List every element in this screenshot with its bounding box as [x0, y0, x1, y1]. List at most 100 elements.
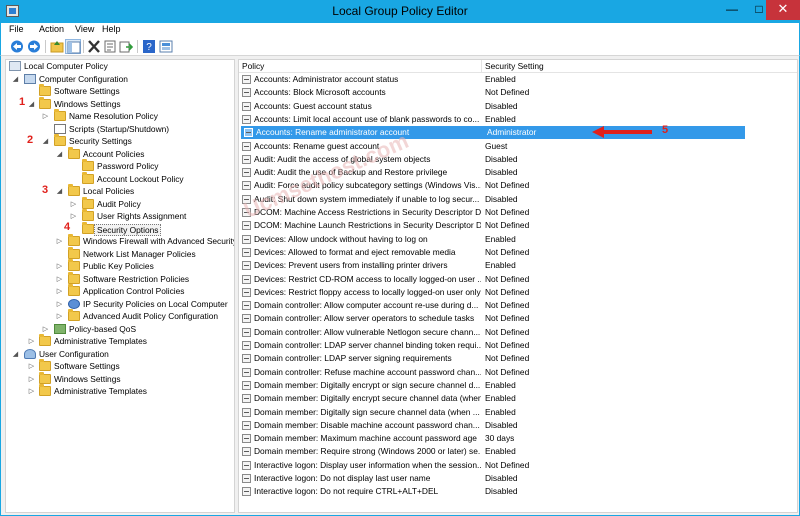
minimize-button[interactable]: — — [719, 0, 745, 20]
step-marker-1: 1 — [19, 96, 26, 108]
folder-icon — [82, 221, 94, 234]
table-row[interactable]: Domain member: Require strong (Windows 2… — [239, 445, 797, 458]
ip-security-icon — [68, 298, 80, 309]
folder-icon — [39, 371, 51, 384]
collapse-arrow-icon[interactable]: ◢ — [56, 150, 63, 158]
collapse-arrow-icon[interactable]: ◢ — [12, 350, 19, 358]
security-setting-value: Disabled — [485, 419, 518, 430]
table-row[interactable]: Devices: Restrict floppy access to local… — [239, 286, 797, 299]
properties-icon[interactable] — [102, 39, 118, 54]
table-row[interactable]: Audit: Shut down system immediately if u… — [239, 193, 797, 206]
policy-name: Domain controller: Allow vulnerable Netl… — [254, 326, 481, 337]
menu-help[interactable]: Help — [102, 24, 121, 34]
table-row[interactable]: DCOM: Machine Access Restrictions in Sec… — [239, 206, 797, 219]
collapse-arrow-icon[interactable]: ◢ — [12, 75, 19, 83]
policy-list[interactable]: Policy Security Setting Accounts: Admini… — [238, 59, 798, 513]
export-icon[interactable] — [118, 39, 134, 54]
expand-arrow-icon[interactable]: ▷ — [42, 112, 49, 120]
show-hide-tree-icon[interactable] — [65, 39, 81, 54]
table-row[interactable]: Devices: Allowed to format and eject rem… — [239, 246, 797, 259]
table-row[interactable]: Domain member: Maximum machine account p… — [239, 432, 797, 445]
policy-setting-icon — [244, 128, 253, 138]
table-row[interactable]: Domain controller: Allow computer accoun… — [239, 299, 797, 312]
back-icon[interactable] — [9, 39, 25, 54]
expand-arrow-icon[interactable]: ▷ — [56, 275, 63, 283]
table-row[interactable]: Accounts: Limit local account use of bla… — [239, 113, 797, 126]
table-row[interactable]: Devices: Restrict CD-ROM access to local… — [239, 273, 797, 286]
table-row[interactable]: Audit: Force audit policy subcategory se… — [239, 179, 797, 192]
menu-file[interactable]: File — [9, 24, 24, 34]
security-setting-value: Not Defined — [485, 326, 530, 337]
policy-setting-icon — [242, 247, 251, 257]
forward-icon[interactable] — [26, 39, 42, 54]
expand-arrow-icon[interactable]: ▷ — [28, 337, 35, 345]
table-row[interactable]: Domain member: Digitally sign secure cha… — [239, 406, 797, 419]
table-row[interactable]: Interactive logon: Display user informat… — [239, 459, 797, 472]
table-row[interactable]: Interactive logon: Do not display last u… — [239, 472, 797, 485]
expand-arrow-icon[interactable]: ▷ — [56, 262, 63, 270]
column-header-policy[interactable]: Policy — [242, 61, 264, 71]
help-icon[interactable]: ? — [141, 39, 157, 54]
expand-arrow-icon[interactable]: ▷ — [42, 325, 49, 333]
security-setting-value: Not Defined — [485, 366, 530, 377]
table-row[interactable]: Accounts: Guest account status Disabled — [239, 100, 797, 113]
policy-name: Accounts: Limit local account use of bla… — [254, 113, 480, 124]
column-header-security-setting[interactable]: Security Setting — [485, 61, 544, 71]
table-row[interactable]: Devices: Prevent users from installing p… — [239, 259, 797, 272]
expand-arrow-icon[interactable]: ▷ — [70, 212, 77, 220]
expand-arrow-icon[interactable]: ▷ — [28, 375, 35, 383]
table-row[interactable]: Domain controller: Refuse machine accoun… — [239, 366, 797, 379]
console-tree[interactable]: Local Computer Policy ◢ Computer Configu… — [5, 59, 235, 513]
menu-view[interactable]: View — [75, 24, 94, 34]
table-row[interactable]: Accounts: Rename guest account Guest — [239, 140, 797, 153]
window-title: Local Group Policy Editor — [332, 4, 468, 18]
user-icon — [24, 348, 36, 359]
menu-action[interactable]: Action — [39, 24, 64, 34]
table-row[interactable]: Domain controller: Allow server operator… — [239, 312, 797, 325]
table-row[interactable]: Audit: Audit the access of global system… — [239, 153, 797, 166]
table-row[interactable]: Domain controller: LDAP server channel b… — [239, 339, 797, 352]
expand-arrow-icon[interactable]: ▷ — [28, 387, 35, 395]
collapse-arrow-icon[interactable]: ◢ — [28, 100, 35, 108]
table-row[interactable]: Domain member: Digitally encrypt or sign… — [239, 379, 797, 392]
policy-setting-icon — [242, 154, 251, 164]
expand-arrow-icon[interactable]: ▷ — [56, 237, 63, 245]
table-row[interactable]: Domain member: Disable machine account p… — [239, 419, 797, 432]
policy-setting-icon — [242, 487, 251, 497]
table-row[interactable]: DCOM: Machine Launch Restrictions in Sec… — [239, 219, 797, 232]
folder-icon — [39, 359, 51, 371]
policy-setting-icon — [242, 221, 251, 231]
policy-name: Devices: Restrict floppy access to local… — [254, 286, 481, 297]
expand-arrow-icon[interactable]: ▷ — [70, 200, 77, 208]
table-row[interactable]: Domain member: Digitally encrypt secure … — [239, 392, 797, 405]
policy-name: Devices: Prevent users from installing p… — [254, 260, 448, 271]
folder-icon — [68, 146, 80, 159]
table-row[interactable]: Domain controller: Allow vulnerable Netl… — [239, 326, 797, 339]
table-row[interactable]: Interactive logon: Do not require CTRL+A… — [239, 485, 797, 498]
security-setting-value: Not Defined — [485, 87, 530, 98]
policy-setting-icon — [242, 434, 251, 444]
expand-arrow-icon[interactable]: ▷ — [56, 300, 63, 308]
up-folder-icon[interactable] — [49, 39, 65, 54]
table-row[interactable]: Accounts: Block Microsoft accounts Not De… — [239, 86, 797, 99]
expand-arrow-icon[interactable]: ▷ — [28, 362, 35, 370]
policy-name: Accounts: Administrator account status — [254, 74, 399, 84]
folder-icon — [68, 259, 80, 271]
step-marker-3: 3 — [42, 184, 49, 196]
close-button[interactable]: ✕ — [766, 0, 800, 20]
table-row[interactable]: Domain controller: LDAP server signing r… — [239, 352, 797, 365]
expand-arrow-icon[interactable]: ▷ — [56, 312, 63, 320]
red-arrow-annotation — [592, 126, 652, 138]
table-row[interactable]: Accounts: Administrator account status En… — [239, 73, 797, 86]
delete-icon[interactable] — [86, 39, 102, 54]
view-icon[interactable] — [158, 39, 174, 54]
expand-arrow-icon[interactable]: ▷ — [56, 287, 63, 295]
table-row[interactable]: Devices: Allow undock without having to … — [239, 233, 797, 246]
table-row[interactable]: Audit: Audit the use of Backup and Resto… — [239, 166, 797, 179]
qos-icon — [54, 323, 66, 334]
collapse-arrow-icon[interactable]: ◢ — [42, 137, 49, 145]
security-setting-value: Disabled — [485, 193, 518, 204]
policy-setting-icon — [242, 367, 251, 377]
security-setting-value: Enabled — [485, 74, 516, 84]
collapse-arrow-icon[interactable]: ◢ — [56, 187, 63, 195]
